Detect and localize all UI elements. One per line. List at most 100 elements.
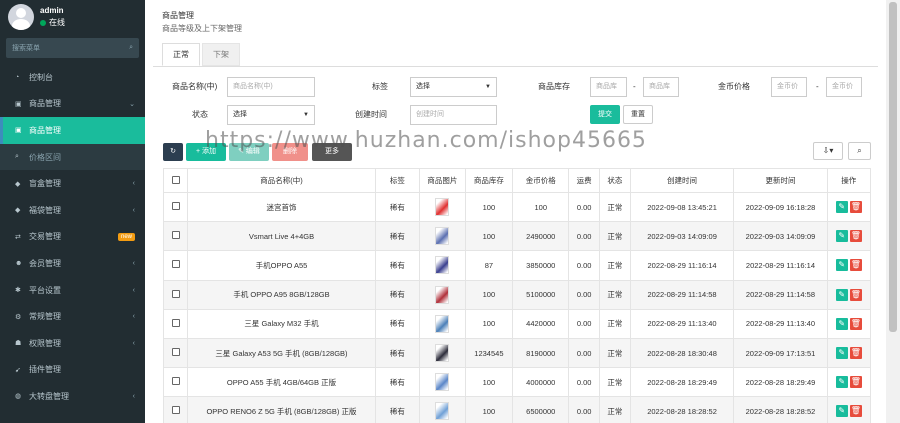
- sidebar-item-9[interactable]: ⚙ 常规管理 ‹: [0, 303, 145, 330]
- trash-icon[interactable]: 🗑: [849, 288, 862, 301]
- row-select-cell[interactable]: [162, 367, 189, 398]
- edit-row-icon[interactable]: ✎: [835, 201, 848, 214]
- cogs-icon: ✱: [15, 287, 21, 295]
- product-thumbnail[interactable]: [435, 402, 450, 421]
- created-filter-input[interactable]: 创建时间: [410, 105, 497, 125]
- tag-filter-select[interactable]: 选择 ▼: [410, 77, 497, 97]
- product-thumbnail[interactable]: [435, 256, 450, 275]
- product-thumbnail[interactable]: [435, 227, 450, 246]
- edit-row-icon[interactable]: ✎: [835, 259, 848, 272]
- price-min-input[interactable]: 金币价: [771, 77, 807, 97]
- table-row[interactable]: 三星 Galaxy A53 5G 手机 (8GB/128GB) 稀有 1234545…: [162, 337, 872, 369]
- more-button[interactable]: 更多: [312, 143, 352, 161]
- delete-button[interactable]: 删除: [272, 143, 308, 161]
- row-checkbox[interactable]: [171, 231, 180, 240]
- select-all-checkbox[interactable]: [171, 175, 180, 184]
- row-select-cell[interactable]: [162, 191, 189, 223]
- sidebar-item-10[interactable]: ☗ 权限管理 ‹: [0, 330, 145, 357]
- sidebar-item-7[interactable]: ☻ 会员管理 ‹: [0, 250, 145, 277]
- row-checkbox[interactable]: [171, 202, 180, 211]
- sidebar-item-11[interactable]: ➹ 插件管理: [0, 357, 145, 384]
- product-status: 正常: [599, 396, 631, 423]
- trash-icon[interactable]: 🗑: [849, 259, 862, 272]
- tab-offshelf[interactable]: 下架: [202, 43, 240, 66]
- edit-row-icon[interactable]: ✎: [835, 405, 848, 418]
- col-header-created[interactable]: 创建时间: [629, 168, 735, 193]
- sidebar-item-2[interactable]: ▣ 商品管理: [0, 117, 145, 144]
- col-header-status[interactable]: 状态: [599, 168, 631, 193]
- table-row[interactable]: OPPO A55 手机 4GB/64GB 正版 稀有 100 4000000 0.00 正…: [162, 367, 872, 398]
- sidebar-item-4[interactable]: ◆ 盲盒管理 ‹: [0, 170, 145, 197]
- table-row[interactable]: Vsmart Live 4+4GB 稀有 100 2490000 0.00 正常 2022-…: [162, 221, 872, 252]
- rocket-icon: ➹: [15, 366, 21, 374]
- row-select-cell[interactable]: [162, 396, 189, 423]
- row-checkbox[interactable]: [171, 289, 180, 298]
- sidebar-item-8[interactable]: ✱ 平台设置 ‹: [0, 277, 145, 304]
- row-checkbox[interactable]: [171, 348, 180, 357]
- sidebar-item-0[interactable]: ◔ 控制台: [0, 64, 145, 91]
- reset-button[interactable]: 重置: [623, 105, 653, 124]
- edit-button[interactable]: ✎ 编辑: [229, 143, 269, 161]
- row-checkbox[interactable]: [171, 377, 180, 386]
- trash-icon[interactable]: 🗑: [849, 201, 862, 214]
- table-row[interactable]: OPPO RENO6 Z 5G 手机 (8GB/128GB) 正版 稀有 100 65…: [162, 396, 872, 423]
- row-select-cell[interactable]: [162, 308, 189, 339]
- table-row[interactable]: 手机 OPPO A95 8GB/128GB 稀有 100 5100000 0.00 正常 2…: [162, 279, 872, 310]
- refresh-button[interactable]: ↻: [163, 143, 183, 161]
- name-filter-input[interactable]: 商品名称(中): [227, 77, 315, 97]
- table-row[interactable]: 三星 Galaxy M32 手机 稀有 100 4420000 0.00 正常 2022-0…: [162, 308, 872, 339]
- status-filter-select[interactable]: 选择 ▼: [227, 105, 315, 125]
- search-icon[interactable]: ⌕: [129, 44, 133, 52]
- sidebar-item-12[interactable]: ◍ 大转盘管理 ‹: [0, 383, 145, 410]
- col-header-stock[interactable]: 商品库存: [464, 168, 514, 193]
- chevron-icon: ‹: [132, 313, 135, 321]
- edit-row-icon[interactable]: ✎: [835, 347, 848, 360]
- col-header-updated[interactable]: 更新时间: [733, 168, 828, 193]
- row-checkbox[interactable]: [171, 318, 180, 327]
- edit-row-icon[interactable]: ✎: [835, 317, 848, 330]
- stock-max-input[interactable]: 商品库: [643, 77, 679, 97]
- table-row[interactable]: 手机OPPO A55 稀有 87 3850000 0.00 正常 2022-08-29 11…: [162, 250, 872, 281]
- sidebar-search-input[interactable]: 搜索菜单 ⌕: [6, 38, 139, 58]
- scrollbar-thumb[interactable]: [889, 2, 897, 332]
- sidebar-item-5[interactable]: ◆ 福袋管理 ‹: [0, 197, 145, 224]
- row-select-cell[interactable]: [162, 250, 189, 281]
- col-header-name[interactable]: 商品名称(中): [187, 168, 376, 193]
- trash-icon[interactable]: 🗑: [849, 230, 862, 243]
- price-max-input[interactable]: 金币价: [826, 77, 862, 97]
- table-row[interactable]: 迷宫首饰 稀有 100 100 0.00 正常 2022-09-08 13:45:21 202…: [162, 191, 872, 223]
- sidebar-item-6[interactable]: ⇄ 交易管理 new: [0, 224, 145, 251]
- row-checkbox[interactable]: [171, 260, 180, 269]
- product-thumbnail[interactable]: [435, 344, 450, 363]
- add-button[interactable]: + 添加: [186, 143, 226, 161]
- trash-icon[interactable]: 🗑: [849, 405, 862, 418]
- trash-icon[interactable]: 🗑: [849, 347, 862, 360]
- select-all-cell[interactable]: [162, 168, 189, 193]
- col-header-price[interactable]: 金币价格: [512, 168, 570, 193]
- row-actions: ✎ 🗑: [826, 221, 872, 252]
- col-header-shipping[interactable]: 运费: [568, 168, 600, 193]
- product-thumbnail[interactable]: [435, 198, 450, 217]
- edit-row-icon[interactable]: ✎: [835, 376, 848, 389]
- product-thumbnail[interactable]: [435, 285, 450, 304]
- page-scrollbar[interactable]: [886, 0, 900, 423]
- trash-icon[interactable]: 🗑: [849, 317, 862, 330]
- stock-min-input[interactable]: 商品库: [590, 77, 627, 97]
- sidebar-item-1[interactable]: ▣ 商品管理 ⌄: [0, 91, 145, 118]
- export-button[interactable]: ⇩▾: [813, 142, 843, 160]
- product-thumbnail[interactable]: [435, 314, 450, 333]
- row-select-cell[interactable]: [162, 221, 189, 252]
- sidebar-item-3[interactable]: ⌕ 价格区间: [0, 143, 145, 171]
- table-search-button[interactable]: ⌕: [848, 142, 871, 160]
- col-header-tag[interactable]: 标签: [374, 168, 421, 193]
- row-checkbox[interactable]: [171, 406, 180, 415]
- row-select-cell[interactable]: [162, 337, 189, 369]
- product-thumbnail[interactable]: [435, 373, 450, 392]
- edit-row-icon[interactable]: ✎: [835, 288, 848, 301]
- row-select-cell[interactable]: [162, 279, 189, 310]
- submit-button[interactable]: 提交: [590, 105, 620, 124]
- page-title: 商品管理: [162, 11, 194, 20]
- tab-normal[interactable]: 正常: [162, 43, 200, 66]
- edit-row-icon[interactable]: ✎: [835, 230, 848, 243]
- trash-icon[interactable]: 🗑: [849, 376, 862, 389]
